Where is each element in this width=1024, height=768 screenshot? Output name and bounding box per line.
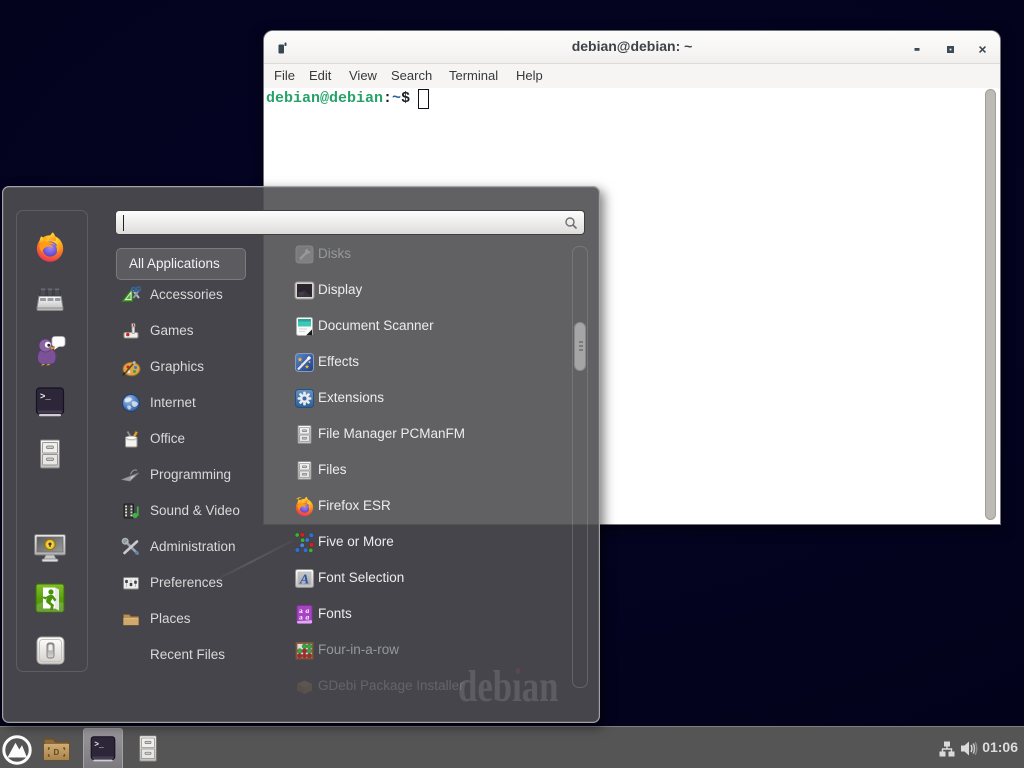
svg-text:>_: >_ [40,392,51,402]
svg-text:D: D [54,748,60,757]
svg-text:>_: >_ [94,740,104,749]
svg-text:a: a [299,612,303,621]
svg-text:a: a [306,612,310,621]
svg-text:A: A [299,572,309,587]
